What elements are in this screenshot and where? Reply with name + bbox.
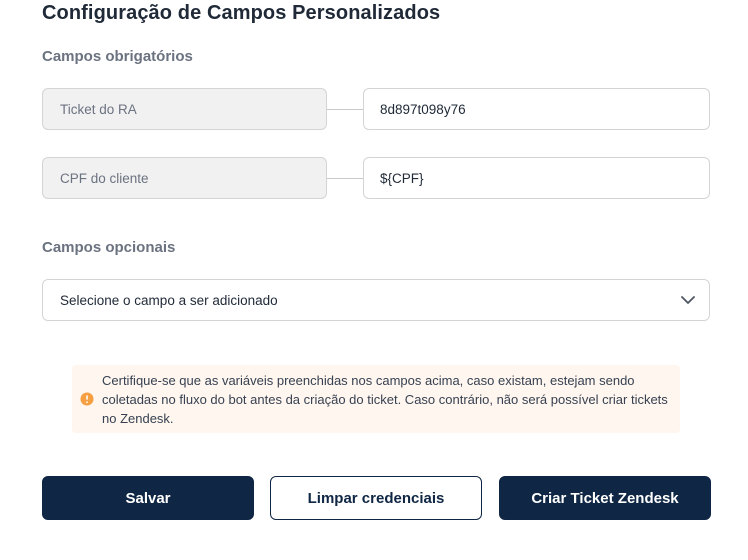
field-connector-line xyxy=(327,178,363,179)
cpf-label-field: CPF do cliente xyxy=(42,157,327,199)
ticket-ra-label-field: Ticket do RA xyxy=(42,88,327,130)
save-button[interactable]: Salvar xyxy=(42,476,254,520)
chevron-down-icon xyxy=(679,291,697,309)
cpf-value-input[interactable]: ${CPF} xyxy=(363,157,710,199)
ticket-ra-value-input[interactable]: 8d897t098y76 xyxy=(363,88,710,130)
warning-alert: Certifique-se que as variáveis preenchid… xyxy=(72,365,680,433)
field-connector-line xyxy=(327,109,363,110)
warning-icon xyxy=(80,392,94,406)
optional-fields-heading: Campos opcionais xyxy=(42,239,176,256)
page-title: Configuração de Campos Personalizados xyxy=(42,2,441,24)
select-value: Selecione o campo a ser adicionado xyxy=(60,292,278,308)
optional-field-select[interactable]: Selecione o campo a ser adicionado xyxy=(42,279,710,321)
create-zendesk-ticket-button[interactable]: Criar Ticket Zendesk xyxy=(499,476,711,520)
clear-credentials-button[interactable]: Limpar credenciais xyxy=(270,476,482,520)
required-fields-heading: Campos obrigatórios xyxy=(42,48,193,65)
warning-text: Certifique-se que as variáveis preenchid… xyxy=(102,372,668,426)
